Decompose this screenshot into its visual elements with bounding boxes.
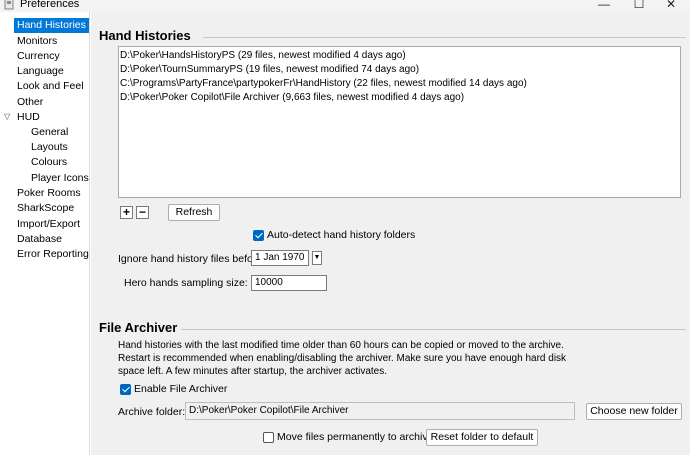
sidebar-item-poker-rooms[interactable]: Poker Rooms [17,186,81,201]
archiver-description-line: Hand histories with the last modified ti… [118,340,564,351]
sidebar-item-import-export[interactable]: Import/Export [17,217,80,232]
sidebar-item-look-and-feel[interactable]: Look and Feel [17,79,84,94]
refresh-button[interactable]: Refresh [168,204,220,221]
remove-folder-button[interactable]: − [136,206,149,219]
hand-histories-heading: Hand Histories [99,28,191,43]
auto-detect-label: Auto-detect hand history folders [267,229,416,241]
sampling-size-label: Hero hands sampling size: [124,277,248,289]
ignore-before-label: Ignore hand history files before: [118,253,266,265]
move-permanently-label: Move files permanently to archive [277,431,434,443]
sidebar-item-hud-layouts[interactable]: Layouts [31,140,68,155]
list-item[interactable]: C:\Programs\PartyFrance\partypokerFr\Han… [120,77,527,91]
sidebar-item-database[interactable]: Database [17,232,62,247]
archive-folder-label: Archive folder: [118,406,186,418]
minimize-button[interactable]: — [589,0,619,11]
sidebar-item-language[interactable]: Language [17,64,64,79]
list-item[interactable]: D:\Poker\HandsHistoryPS (29 files, newes… [120,49,406,63]
title-bar: Preferences — ☐ ✕ [0,0,690,12]
sidebar-item-hud-colours[interactable]: Colours [31,155,67,170]
add-folder-button[interactable]: + [120,206,133,219]
sidebar-item-hud-general[interactable]: General [31,125,68,140]
sidebar-item-other[interactable]: Other [17,95,43,110]
sidebar-item-error-reporting[interactable]: Error Reporting [17,247,89,262]
hand-history-folder-list[interactable]: D:\Poker\HandsHistoryPS (29 files, newes… [118,46,681,198]
sidebar-item-hud-player-icons[interactable]: Player Icons [31,171,89,186]
move-permanently-checkbox[interactable] [263,432,274,443]
maximize-button[interactable]: ☐ [624,0,654,11]
choose-new-folder-button[interactable]: Choose new folder [586,403,682,420]
sidebar-item-sharkscope[interactable]: SharkScope [17,201,74,216]
enable-archiver-checkbox[interactable] [120,384,131,395]
ignore-before-date-field[interactable]: 1 Jan 1970 [251,250,309,266]
reset-folder-button[interactable]: Reset folder to default [426,429,538,446]
app-icon [4,0,14,10]
file-archiver-heading: File Archiver [99,320,178,335]
close-button[interactable]: ✕ [656,0,686,11]
sidebar-item-currency[interactable]: Currency [17,49,60,64]
sampling-size-input[interactable]: 10000 [251,275,327,291]
date-dropdown-icon[interactable]: ▼ [312,251,322,265]
archiver-description-line: space left. A few minutes after startup,… [118,366,388,377]
preferences-sidebar: Hand Histories Monitors Currency Languag… [0,12,90,455]
window-title: Preferences [20,0,80,10]
settings-panel: Hand Histories D:\Poker\HandsHistoryPS (… [91,12,690,455]
list-item[interactable]: D:\Poker\TournSummaryPS (19 files, newes… [120,63,419,77]
archiver-description-line: Restart is recommended when enabling/dis… [118,353,567,364]
enable-archiver-label: Enable File Archiver [134,383,228,395]
archive-folder-field: D:\Poker\Poker Copilot\File Archiver [185,402,575,420]
auto-detect-checkbox[interactable] [253,230,264,241]
section-divider [203,37,686,38]
section-divider [181,329,686,330]
sidebar-item-monitors[interactable]: Monitors [17,34,57,49]
sidebar-item-hud[interactable]: HUD [17,110,40,125]
collapse-hud-icon[interactable]: ▽ [4,112,10,122]
sidebar-item-hand-histories[interactable]: Hand Histories [14,18,89,33]
list-item[interactable]: D:\Poker\Poker Copilot\File Archiver (9,… [120,91,464,105]
